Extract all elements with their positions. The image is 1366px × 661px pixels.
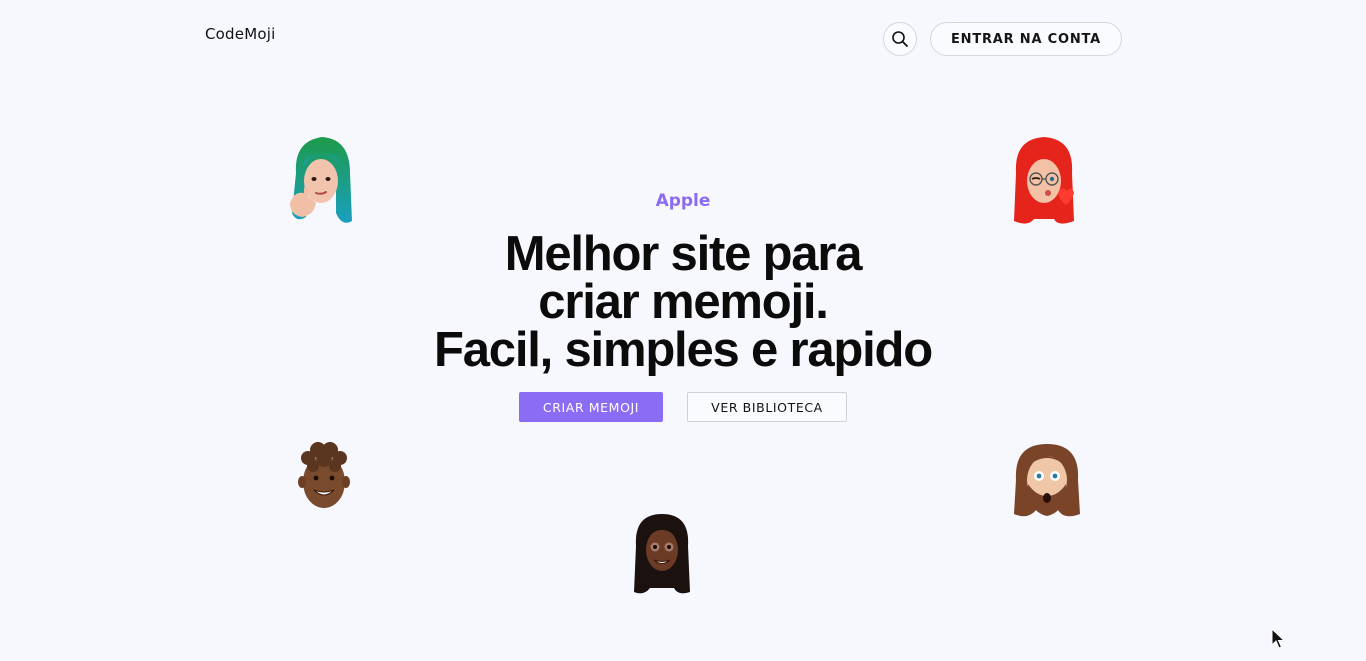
headline-line: Facil, simples e rapido (434, 323, 933, 377)
headline-line: Melhor site para (504, 227, 863, 281)
memoji-green-hair-thinking (290, 137, 352, 223)
page-title: Melhor site para criar memoji. Facil, si… (383, 227, 983, 377)
login-button[interactable]: ENTRAR NA CONTA (930, 22, 1122, 56)
search-icon (892, 31, 908, 47)
memoji-long-black-hair-smiling (634, 514, 690, 594)
search-button[interactable] (883, 22, 917, 56)
mouse-cursor-icon (1271, 628, 1285, 649)
memoji-curly-hair-smiling (298, 442, 350, 508)
logo[interactable]: CodeMoji (205, 25, 275, 43)
create-memoji-button[interactable]: CRIAR MEMOJI (519, 392, 663, 422)
headline-line: criar memoji. (538, 275, 829, 329)
view-library-button[interactable]: VER BIBLIOTECA (687, 392, 847, 422)
eyebrow-label: Apple (655, 191, 711, 211)
memoji-red-hair-glasses-heart (1014, 137, 1074, 224)
memoji-long-hair-beard-surprised (1014, 444, 1080, 517)
